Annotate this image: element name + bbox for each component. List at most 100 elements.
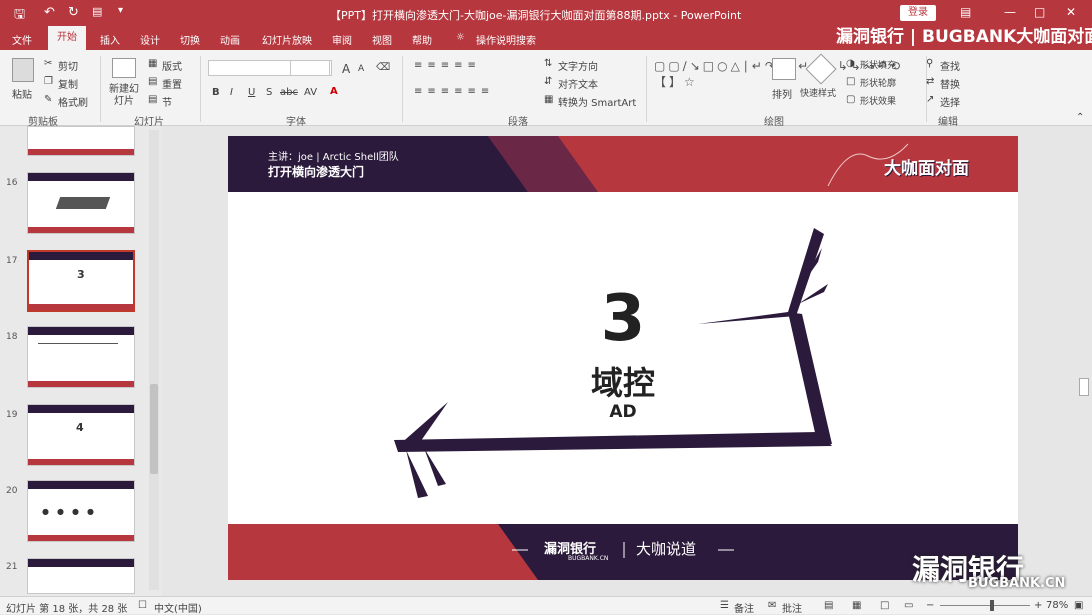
new-slide-icon[interactable] (112, 58, 136, 78)
present-icon[interactable]: ▤ (92, 5, 102, 18)
reset-icon[interactable]: ▤ (148, 76, 157, 87)
align-text-button[interactable]: 对齐文本 (558, 76, 598, 91)
font-color-icon[interactable]: A (330, 86, 338, 97)
slide-thumbnail[interactable] (27, 326, 135, 388)
slide-thumbnail-selected[interactable]: 3 (27, 250, 135, 312)
shrink-font-button[interactable]: A (358, 64, 364, 74)
fit-slide-icon[interactable]: ▣ (1074, 600, 1083, 611)
tell-me-search[interactable]: 操作说明搜索 (476, 32, 536, 47)
normal-view-icon[interactable]: ▤ (824, 600, 833, 611)
select-icon[interactable]: ↗ (926, 94, 934, 105)
shape-effects-button[interactable]: 形状效果 (860, 94, 896, 107)
replace-icon[interactable]: ⇄ (926, 76, 934, 87)
select-button[interactable]: 选择 (940, 94, 960, 109)
arrange-button[interactable]: 排列 (772, 86, 792, 101)
align-buttons-icon[interactable]: ≡≡≡≡≡≡ (414, 86, 494, 97)
drawing-group-label: 绘图 (764, 117, 784, 128)
clear-format-icon[interactable]: ⌫ (376, 62, 390, 73)
tab-slideshow[interactable]: 幻灯片放映 (262, 32, 312, 47)
redo-icon[interactable]: ↻ (68, 5, 79, 20)
font-size-box[interactable] (290, 60, 330, 76)
comments-button[interactable]: 批注 (782, 600, 802, 615)
grow-font-button[interactable]: A (342, 62, 350, 76)
zoom-slider[interactable] (940, 605, 1030, 606)
zoom-in-icon[interactable]: + (1034, 600, 1042, 611)
paste-icon[interactable] (12, 58, 34, 82)
shape-fill-button[interactable]: 形状填充 (860, 58, 896, 71)
text-direction-button[interactable]: 文字方向 (558, 58, 598, 73)
login-button[interactable]: 登录 (900, 5, 936, 21)
zoom-slider-thumb[interactable] (990, 600, 994, 611)
align-text-icon[interactable]: ⇵ (544, 76, 552, 87)
strikethrough-button[interactable]: abc (280, 87, 298, 98)
ribbon-options-icon[interactable]: ▤ (960, 5, 971, 19)
copy-icon[interactable]: ❐ (44, 76, 53, 87)
shapes-gallery[interactable]: ▢▢∕↘□○△∣↵↷⟷↵▢△↳↳↝↶⟲【】☆ (654, 58, 900, 106)
customize-qa-icon[interactable]: ▾ (118, 5, 123, 16)
copy-button[interactable]: 复制 (58, 76, 78, 91)
tab-animations[interactable]: 动画 (220, 32, 240, 47)
slide-thumbnail[interactable] (27, 126, 135, 156)
tab-home[interactable]: 开始 (48, 26, 86, 50)
language-status[interactable]: 中文(中国) (154, 600, 202, 615)
thumbnail-scroll-thumb[interactable] (150, 384, 158, 474)
collapse-ribbon-icon[interactable]: ⌃ (1076, 112, 1084, 123)
save-icon[interactable]: 🖫 (14, 5, 25, 27)
cut-icon[interactable]: ✂ (44, 58, 52, 69)
text-direction-icon[interactable]: ⇅ (544, 58, 552, 69)
slide-sorter-icon[interactable]: ▦ (852, 600, 861, 611)
shape-outline-button[interactable]: 形状轮廓 (860, 76, 896, 89)
maximize-icon[interactable]: □ (1034, 5, 1045, 19)
section-icon[interactable]: ▤ (148, 94, 157, 105)
cut-button[interactable]: 剪切 (58, 58, 78, 73)
italic-button[interactable]: I (230, 87, 233, 98)
slide-thumbnail[interactable]: 4 (27, 404, 135, 466)
tab-review[interactable]: 审阅 (332, 32, 352, 47)
slideshow-icon[interactable]: ▭ (904, 600, 913, 611)
tab-view[interactable]: 视图 (372, 32, 392, 47)
shape-outline-icon[interactable]: □ (846, 76, 855, 87)
tab-transitions[interactable]: 切换 (180, 32, 200, 47)
slide-scroll-thumb[interactable] (1079, 378, 1089, 396)
list-buttons-icon[interactable]: ≡≡≡≡≡ (414, 60, 481, 71)
minimize-icon[interactable]: — (1004, 5, 1016, 19)
bold-button[interactable]: B (212, 87, 220, 98)
smartart-button[interactable]: 转换为 SmartArt (558, 94, 636, 109)
tab-insert[interactable]: 插入 (100, 32, 120, 47)
new-slide-button[interactable]: 新建幻灯片 (108, 84, 140, 108)
close-icon[interactable]: ✕ (1066, 5, 1076, 19)
layout-button[interactable]: 版式 (162, 58, 182, 73)
quick-styles-button[interactable]: 快速样式 (800, 86, 836, 99)
thumbnail-scrollbar[interactable] (149, 130, 159, 590)
spellcheck-icon[interactable]: ☐ (138, 600, 147, 611)
replace-button[interactable]: 替换 (940, 76, 960, 91)
slide-canvas[interactable]: 主讲：joe | Arctic Shell团队 打开横向渗透大门 大咖面对面 3… (228, 136, 1018, 580)
zoom-out-icon[interactable]: − (926, 600, 934, 611)
slide-scrollbar[interactable] (1078, 130, 1090, 596)
tab-file[interactable]: 文件 (12, 32, 32, 47)
reset-button[interactable]: 重置 (162, 76, 182, 91)
zoom-level[interactable]: 78% (1046, 600, 1068, 611)
find-icon[interactable]: ⚲ (926, 58, 933, 69)
underline-button[interactable]: U (248, 87, 255, 98)
undo-icon[interactable]: ↶ (44, 5, 55, 20)
arrange-icon[interactable] (772, 58, 796, 80)
tab-help[interactable]: 帮助 (412, 32, 432, 47)
slide-thumbnail[interactable] (27, 172, 135, 234)
shadow-button[interactable]: S (266, 87, 272, 98)
slide-thumbnail[interactable] (27, 558, 135, 594)
notes-button[interactable]: 备注 (734, 600, 754, 615)
slide-thumbnail[interactable]: ●●●● (27, 480, 135, 542)
char-spacing-button[interactable]: AV (304, 87, 317, 98)
shape-fill-icon[interactable]: ◑ (846, 58, 855, 69)
section-button[interactable]: 节 (162, 94, 172, 109)
format-painter-button[interactable]: 格式刷 (58, 94, 88, 109)
shape-effects-icon[interactable]: ▢ (846, 94, 855, 105)
format-painter-icon[interactable]: ✎ (44, 94, 52, 105)
tab-design[interactable]: 设计 (140, 32, 160, 47)
find-button[interactable]: 查找 (940, 58, 960, 73)
paste-button[interactable]: 粘贴 (12, 86, 32, 101)
smartart-icon[interactable]: ▦ (544, 94, 553, 105)
layout-icon[interactable]: ▦ (148, 58, 157, 69)
reading-view-icon[interactable]: □ (880, 600, 889, 611)
